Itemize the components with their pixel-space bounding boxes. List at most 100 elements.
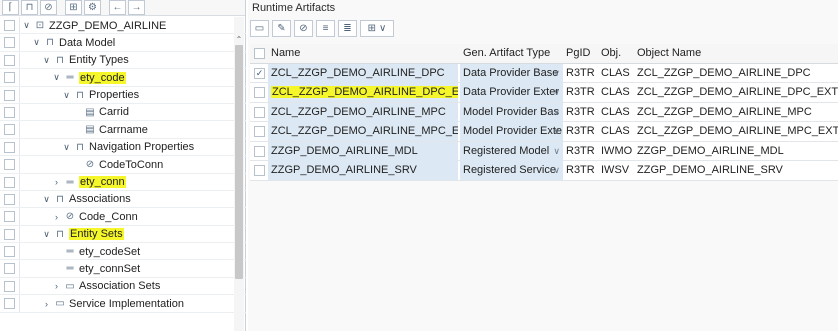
tree-node[interactable]: ═ ety_codeSet: [52, 243, 140, 260]
gen-artifact-type-select[interactable]: Data Provider Exter ∨: [460, 83, 563, 102]
tree-node[interactable]: ═ ety_connSet: [52, 260, 140, 277]
filter-icon[interactable]: ≣: [338, 19, 357, 37]
folder-icon[interactable]: ⊓: [21, 0, 38, 15]
table-row[interactable]: ZCL_ZZGP_DEMO_AIRLINE_DPC_EXT Data Provid…: [250, 83, 838, 103]
gen-artifact-type-select[interactable]: Registered Model ∨: [460, 141, 563, 161]
tree-row[interactable]: ∨ ⊓ Associations: [0, 190, 246, 209]
row-checkbox[interactable]: [254, 87, 265, 98]
select-all-checkbox[interactable]: [254, 48, 265, 59]
tree-row[interactable]: ═ ety_connSet: [0, 260, 246, 278]
row-checkbox[interactable]: [254, 145, 265, 157]
tree-node[interactable]: ▤ Carrname: [72, 121, 148, 138]
row-checkbox[interactable]: [4, 193, 15, 205]
layout-dropdown-button[interactable]: ⊞ ∨: [360, 19, 394, 37]
chevron-down-icon[interactable]: ∨: [553, 122, 560, 141]
row-checkbox[interactable]: [4, 228, 15, 240]
tree-node[interactable]: ∨ ═ ety_code: [52, 69, 126, 86]
tree-scrollbar[interactable]: ⌃: [234, 17, 244, 331]
tree-row[interactable]: ═ ety_codeSet: [0, 243, 246, 261]
chevron-down-icon[interactable]: ∨: [553, 161, 560, 180]
tree-node[interactable]: › ⊘ Code_Conn: [52, 208, 138, 225]
tree-node[interactable]: › ═ ety_conn: [52, 174, 126, 191]
row-checkbox[interactable]: [254, 126, 265, 137]
gen-artifact-type-select[interactable]: Model Provider Bas ∨: [460, 102, 563, 122]
row-checkbox[interactable]: [4, 141, 15, 153]
tree-node[interactable]: ∨ ⊓ Navigation Properties: [62, 139, 194, 156]
tree-node[interactable]: › ▭ Service Implementation: [42, 295, 184, 312]
expand-icon[interactable]: ⌈: [2, 0, 19, 15]
gen-artifact-type-select[interactable]: Model Provider Exte ∨: [460, 122, 563, 141]
scrollbar-thumb[interactable]: [235, 45, 243, 279]
settings-icon[interactable]: ⚙: [84, 0, 101, 15]
tree-node[interactable]: ∨ ⊓ Entity Sets: [42, 226, 124, 243]
chevron-down-icon[interactable]: ∨: [62, 142, 71, 153]
row-checkbox[interactable]: [4, 54, 15, 66]
row-checkbox[interactable]: [4, 72, 15, 84]
col-header-pgid[interactable]: PgID: [563, 44, 598, 63]
gen-artifact-type-select[interactable]: Data Provider Base ∨: [460, 63, 563, 83]
tree-row[interactable]: ∨ ⊓ Entity Sets: [0, 225, 246, 244]
chevron-right-icon[interactable]: ›: [42, 299, 51, 309]
chevron-down-icon[interactable]: ∨: [42, 229, 51, 240]
table-row[interactable]: ZCL_ZZGP_DEMO_AIRLINE_MPC Model Provider …: [250, 102, 838, 122]
table-row[interactable]: ✓ ZCL_ZZGP_DEMO_AIRLINE_DPC Data Provider …: [250, 63, 838, 83]
chevron-down-icon[interactable]: ∨: [553, 103, 560, 122]
tree-node[interactable]: ∨ ⊓ Entity Types: [42, 52, 129, 69]
gen-artifact-type-select[interactable]: Registered Service ∨: [460, 161, 563, 180]
col-header-gen-type[interactable]: Gen. Artifact Type: [460, 44, 563, 63]
row-checkbox[interactable]: [4, 176, 15, 188]
row-checkbox[interactable]: [4, 159, 15, 171]
tree-node[interactable]: ▤ Carrid: [72, 104, 129, 121]
back-arrow-icon[interactable]: ←: [109, 0, 126, 15]
row-checkbox[interactable]: [4, 37, 15, 49]
tree-node[interactable]: ∨ ⊓ Properties: [62, 87, 139, 104]
chevron-down-icon[interactable]: ∨: [62, 90, 71, 101]
tree-row[interactable]: ∨ ⊓ Navigation Properties: [0, 138, 246, 157]
tree-node[interactable]: › ▭ Association Sets: [52, 278, 160, 295]
row-checkbox[interactable]: [4, 280, 15, 292]
chevron-down-icon[interactable]: ∨: [42, 55, 51, 66]
row-checkbox[interactable]: [4, 20, 15, 31]
row-checkbox[interactable]: [254, 106, 265, 118]
layout-icon[interactable]: ⊞: [65, 0, 82, 15]
table-row[interactable]: ZCL_ZZGP_DEMO_AIRLINE_MPC_EXT Model Provi…: [250, 122, 838, 142]
row-checkbox[interactable]: [4, 246, 15, 258]
tree-row[interactable]: ∨ ⊓ Entity Types: [0, 51, 246, 70]
tree-row[interactable]: ▤ Carrname: [0, 121, 246, 139]
col-header-obj[interactable]: Obj.: [598, 44, 634, 63]
chevron-down-icon[interactable]: ∨: [52, 72, 61, 83]
tree-row[interactable]: ⊘ CodeToConn: [0, 156, 246, 174]
col-header-object-name[interactable]: Object Name: [634, 44, 838, 63]
tree-row[interactable]: ∨ ⊓ Properties: [0, 86, 246, 104]
chevron-down-icon[interactable]: ∨: [553, 64, 560, 83]
tree-node[interactable]: ∨ ⊡ ZZGP_DEMO_AIRLINE: [22, 17, 166, 34]
tree-row[interactable]: ∨ ⊡ ZZGP_DEMO_AIRLINE: [0, 17, 246, 35]
row-checkbox[interactable]: [4, 211, 15, 223]
col-header-name[interactable]: Name: [268, 44, 458, 63]
row-checkbox[interactable]: [254, 165, 265, 176]
tree-row[interactable]: › ▭ Service Implementation: [0, 295, 246, 313]
table-row[interactable]: ZZGP_DEMO_AIRLINE_MDL Registered Model ∨ R3…: [250, 141, 838, 161]
tree-node[interactable]: ∨ ⊓ Associations: [42, 191, 131, 208]
align-center-icon[interactable]: ≡: [316, 19, 335, 37]
row-checkbox[interactable]: ✓: [254, 67, 265, 79]
row-checkbox[interactable]: [4, 89, 15, 101]
chevron-down-icon[interactable]: ∨: [553, 142, 560, 161]
edit-icon[interactable]: ✎: [272, 19, 291, 37]
row-checkbox[interactable]: [4, 298, 15, 310]
tree-row[interactable]: ∨ ═ ety_code: [0, 69, 246, 87]
scroll-up-icon[interactable]: ⌃: [234, 35, 244, 44]
chevron-right-icon[interactable]: ›: [52, 177, 61, 187]
window-icon[interactable]: ▭: [250, 19, 269, 37]
chevron-down-icon[interactable]: ∨: [22, 20, 31, 31]
forward-arrow-icon[interactable]: →: [128, 0, 145, 15]
tree-row[interactable]: ▤ Carrid: [0, 103, 246, 122]
chevron-down-icon[interactable]: ∨: [32, 37, 41, 48]
pin-icon[interactable]: ⊘: [294, 19, 313, 37]
row-checkbox[interactable]: [4, 106, 15, 118]
pin-icon[interactable]: ⊘: [40, 0, 57, 15]
table-row[interactable]: ZZGP_DEMO_AIRLINE_SRV Registered Service ∨…: [250, 161, 838, 181]
tree-row[interactable]: › ═ ety_conn: [0, 173, 246, 191]
chevron-right-icon[interactable]: ›: [52, 212, 61, 222]
tree-row[interactable]: ∨ ⊓ Data Model: [0, 34, 246, 52]
